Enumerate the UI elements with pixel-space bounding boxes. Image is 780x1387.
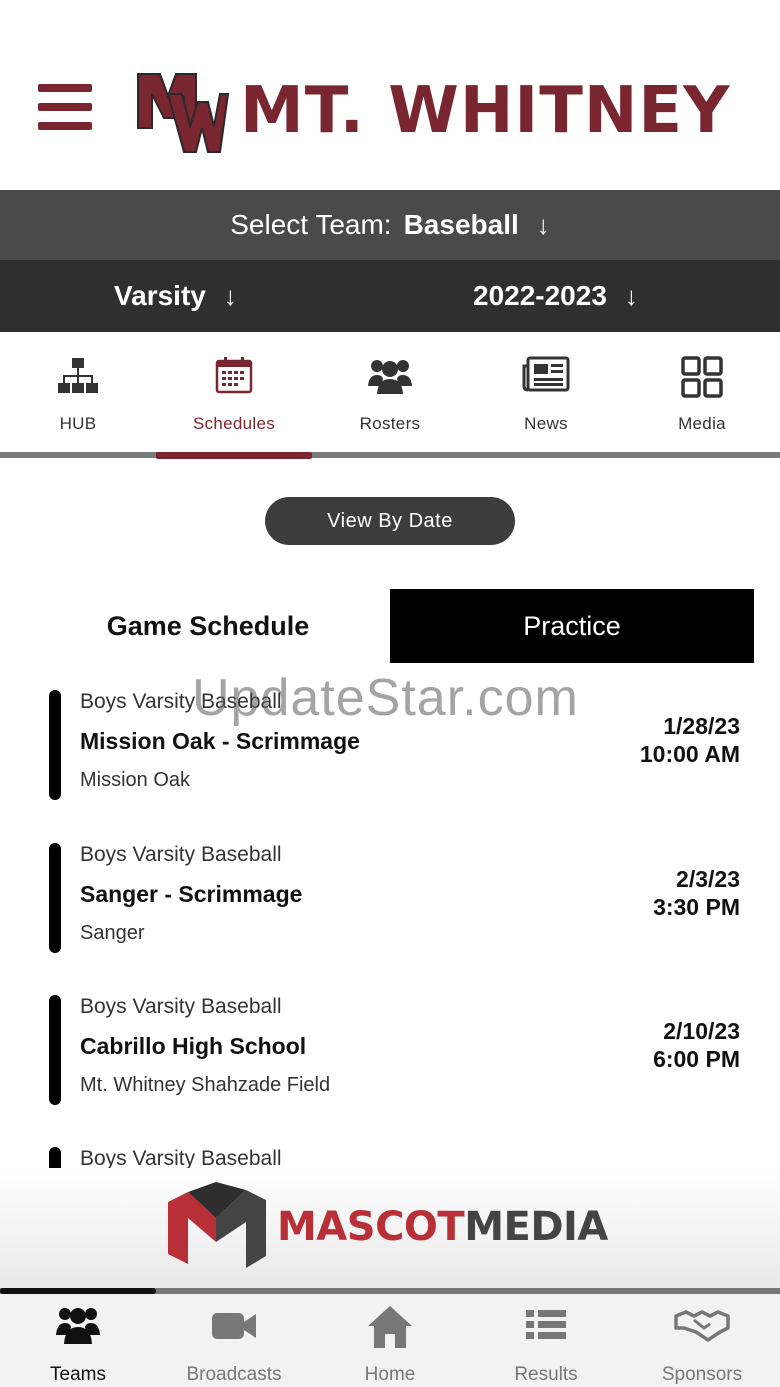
event-title: Sanger - Scrimmage xyxy=(80,881,303,907)
arrow-down-icon: ↓ xyxy=(536,209,550,240)
event-team: Boys Varsity Baseball xyxy=(80,690,282,713)
nav-broadcasts[interactable]: Broadcasts xyxy=(156,1294,312,1387)
hamburger-icon[interactable] xyxy=(38,84,92,130)
sponsor-banner[interactable]: MASCOTMEDIA xyxy=(0,1168,780,1288)
sponsor-name: MASCOTMEDIA xyxy=(277,1204,608,1250)
sponsor-name-a: MASCOT xyxy=(277,1204,465,1250)
calendar-icon xyxy=(215,357,253,394)
bottom-navigation: Teams Broadcasts Home Results Sponsors xyxy=(0,1294,780,1387)
list-icon xyxy=(526,1310,566,1339)
handshake-icon xyxy=(674,1310,730,1342)
tab-rosters[interactable]: Rosters xyxy=(312,332,468,452)
event-title: Mission Oak - Scrimmage xyxy=(80,728,360,754)
nav-sponsors-label: Sponsors xyxy=(661,1364,743,1385)
section-tabs: HUB Schedules Rosters News Media xyxy=(0,332,780,458)
event-date: 2/3/23 xyxy=(676,866,740,892)
tab-schedules-label: Schedules xyxy=(192,414,276,433)
video-camera-icon xyxy=(212,1313,256,1339)
mw-logo-mark xyxy=(137,73,230,153)
event-datetime: 1/28/23 10:00 AM xyxy=(640,712,740,768)
practice-toggle[interactable]: Practice xyxy=(390,589,754,663)
nav-home-label: Home xyxy=(364,1364,416,1385)
grid-icon xyxy=(681,356,723,398)
tab-schedules[interactable]: Schedules xyxy=(156,332,312,452)
team-selector-value: Baseball xyxy=(403,209,519,240)
app-header: MT. WHITNEY xyxy=(0,0,780,190)
level-dropdown[interactable]: Varsity ↓ xyxy=(114,260,237,332)
mascot-media-logo-icon xyxy=(168,1182,266,1268)
tab-hub[interactable]: HUB xyxy=(0,332,156,452)
hierarchy-icon xyxy=(58,358,98,393)
arrow-down-icon: ↓ xyxy=(624,280,638,311)
nav-teams-label: Teams xyxy=(50,1364,106,1385)
event-team: Boys Varsity Baseball xyxy=(80,843,282,866)
list-item[interactable]: Boys Varsity Baseball Sanger - Scrimmage… xyxy=(0,843,780,973)
people-icon xyxy=(368,360,412,394)
event-title: Cabrillo High School xyxy=(80,1033,307,1059)
season-dropdown[interactable]: 2022-2023 ↓ xyxy=(473,260,638,332)
event-date: 2/10/23 xyxy=(663,1018,740,1044)
tabs-track xyxy=(0,452,780,458)
nav-teams[interactable]: Teams xyxy=(0,1294,156,1387)
level-value: Varsity xyxy=(114,280,206,311)
school-name: MT. WHITNEY xyxy=(240,74,731,148)
filter-bar: Varsity ↓ 2022-2023 ↓ xyxy=(0,260,780,332)
tab-news[interactable]: News xyxy=(468,332,624,452)
newspaper-icon xyxy=(522,356,570,392)
list-item[interactable]: Boys Varsity Baseball Mission Oak - Scri… xyxy=(0,690,780,820)
arrow-down-icon: ↓ xyxy=(223,280,237,311)
event-time: 3:30 PM xyxy=(653,894,740,920)
game-schedule-toggle[interactable]: Game Schedule xyxy=(26,589,390,663)
tab-hub-label: HUB xyxy=(59,414,97,433)
tab-media[interactable]: Media xyxy=(624,332,780,452)
sponsor-name-b: MEDIA xyxy=(464,1204,608,1250)
event-marker xyxy=(49,690,61,800)
event-team: Boys Varsity Baseball xyxy=(80,995,282,1018)
team-selector[interactable]: Select Team: Baseball ↓ xyxy=(0,190,780,260)
team-icon xyxy=(56,1308,100,1344)
nav-results-label: Results xyxy=(514,1364,578,1385)
tab-media-label: Media xyxy=(678,414,726,433)
event-time: 6:00 PM xyxy=(653,1046,740,1072)
nav-broadcasts-label: Broadcasts xyxy=(186,1364,282,1385)
view-by-date-button[interactable]: View By Date xyxy=(265,497,515,545)
event-location: Mt. Whitney Shahzade Field xyxy=(80,1074,331,1096)
event-datetime: 2/3/23 3:30 PM xyxy=(653,865,740,921)
event-location: Mission Oak xyxy=(80,769,191,791)
nav-sponsors[interactable]: Sponsors xyxy=(624,1294,780,1387)
list-item[interactable]: Boys Varsity Baseball Cabrillo High Scho… xyxy=(0,995,780,1125)
nav-home[interactable]: Home xyxy=(312,1294,468,1387)
tab-rosters-label: Rosters xyxy=(359,414,421,433)
event-location: Sanger xyxy=(80,922,145,944)
active-tab-indicator xyxy=(156,452,312,459)
nav-results[interactable]: Results xyxy=(468,1294,624,1387)
season-value: 2022-2023 xyxy=(473,280,607,311)
event-marker xyxy=(49,843,61,953)
tab-news-label: News xyxy=(524,414,568,433)
event-time: 10:00 AM xyxy=(639,741,740,767)
event-datetime: 2/10/23 6:00 PM xyxy=(653,1017,740,1073)
home-icon xyxy=(368,1306,412,1348)
event-date: 1/28/23 xyxy=(663,713,740,739)
event-marker xyxy=(49,995,61,1105)
team-selector-label: Select Team: xyxy=(230,209,392,240)
